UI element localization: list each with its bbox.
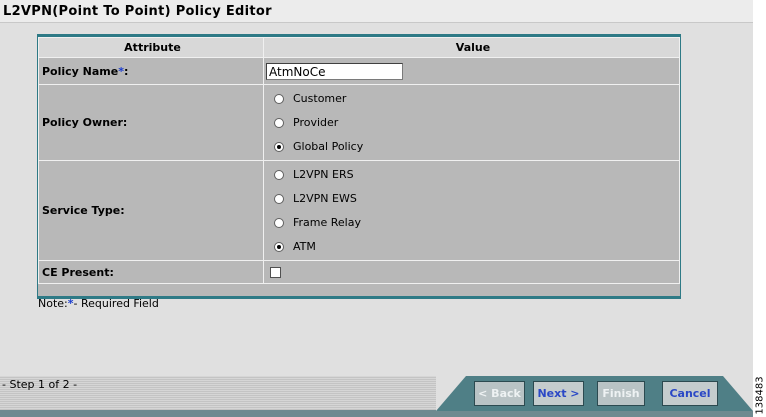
radio-atm[interactable] (274, 241, 284, 252)
service-type-options: L2VPN ERS L2VPN EWS Frame Relay ATM (263, 160, 680, 261)
policy-owner-option-global-policy[interactable]: Global Policy (264, 135, 679, 159)
attribute-table: Attribute Value Policy Name*: AtmNoCe Po… (38, 37, 680, 284)
figure-reference-text: 138483 (754, 376, 766, 415)
service-type-label: Service Type: (38, 160, 264, 261)
figure-reference-number: 138483 (753, 376, 766, 415)
attribute-table-frame: Attribute Value Policy Name*: AtmNoCe Po… (37, 34, 681, 299)
service-type-option-frame-relay[interactable]: Frame Relay (264, 211, 679, 235)
right-margin (753, 0, 766, 417)
radio-label-customer: Customer (293, 92, 347, 105)
policy-owner-option-customer[interactable]: Customer (264, 87, 679, 111)
ce-present-label: CE Present: (38, 260, 264, 284)
policy-name-label: Policy Name*: (38, 57, 264, 85)
radio-frame-relay[interactable] (274, 217, 284, 228)
title-bar: L2VPN(Point To Point) Policy Editor (0, 0, 753, 23)
radio-label-l2vpn-ers: L2VPN ERS (293, 168, 354, 181)
policy-owner-option-provider[interactable]: Provider (264, 111, 679, 135)
table-row-policy-name: Policy Name*: AtmNoCe (38, 57, 680, 85)
panel-left-wedge (436, 376, 466, 411)
cancel-button[interactable]: Cancel (662, 381, 718, 406)
radio-global-policy[interactable] (274, 141, 284, 152)
table-row-ce-present: CE Present: (38, 260, 680, 284)
radio-label-frame-relay: Frame Relay (293, 216, 361, 229)
back-button[interactable]: < Back (474, 381, 525, 406)
table-header-row: Attribute Value (38, 37, 680, 58)
radio-customer[interactable] (274, 93, 284, 104)
wizard-footer: - Step 1 of 2 - < Back Next > Finish Can… (0, 376, 753, 417)
policy-editor-page: L2VPN(Point To Point) Policy Editor Attr… (0, 0, 753, 417)
radio-label-l2vpn-ews: L2VPN EWS (293, 192, 357, 205)
next-button[interactable]: Next > (533, 381, 584, 406)
note-text: - Required Field (73, 297, 159, 310)
radio-l2vpn-ers[interactable] (274, 169, 284, 180)
footer-bottom-strip (0, 410, 753, 417)
note-prefix: Note: (38, 297, 68, 310)
radio-label-global-policy: Global Policy (293, 140, 364, 153)
service-type-option-l2vpn-ews[interactable]: L2VPN EWS (264, 187, 679, 211)
policy-name-input[interactable]: AtmNoCe (266, 62, 403, 80)
service-type-option-l2vpn-ers[interactable]: L2VPN ERS (264, 163, 679, 187)
policy-name-label-suffix: : (124, 64, 129, 78)
wizard-button-panel: < Back Next > Finish Cancel (436, 376, 753, 411)
ce-present-value-cell (263, 260, 680, 284)
radio-label-provider: Provider (293, 116, 339, 129)
table-row-service-type: Service Type: L2VPN ERS L2VPN EWS Frame … (38, 160, 680, 261)
attribute-column-header: Attribute (38, 37, 264, 58)
policy-owner-options: Customer Provider Global Policy (263, 84, 680, 161)
radio-l2vpn-ews[interactable] (274, 193, 284, 204)
page-title: L2VPN(Point To Point) Policy Editor (3, 4, 272, 19)
table-row-policy-owner: Policy Owner: Customer Provider Global P… (38, 84, 680, 161)
policy-owner-label: Policy Owner: (38, 84, 264, 161)
step-indicator: - Step 1 of 2 - (2, 378, 78, 391)
required-field-note: Note:*- Required Field (38, 297, 159, 310)
radio-label-atm: ATM (293, 240, 316, 253)
ce-present-checkbox[interactable] (270, 266, 281, 278)
service-type-option-atm[interactable]: ATM (264, 235, 679, 259)
policy-name-value-cell: AtmNoCe (263, 57, 680, 85)
policy-name-label-text: Policy Name (42, 64, 119, 78)
finish-button[interactable]: Finish (597, 381, 645, 406)
panel-right-wedge (723, 376, 753, 411)
radio-provider[interactable] (274, 117, 284, 128)
value-column-header: Value (263, 37, 680, 58)
